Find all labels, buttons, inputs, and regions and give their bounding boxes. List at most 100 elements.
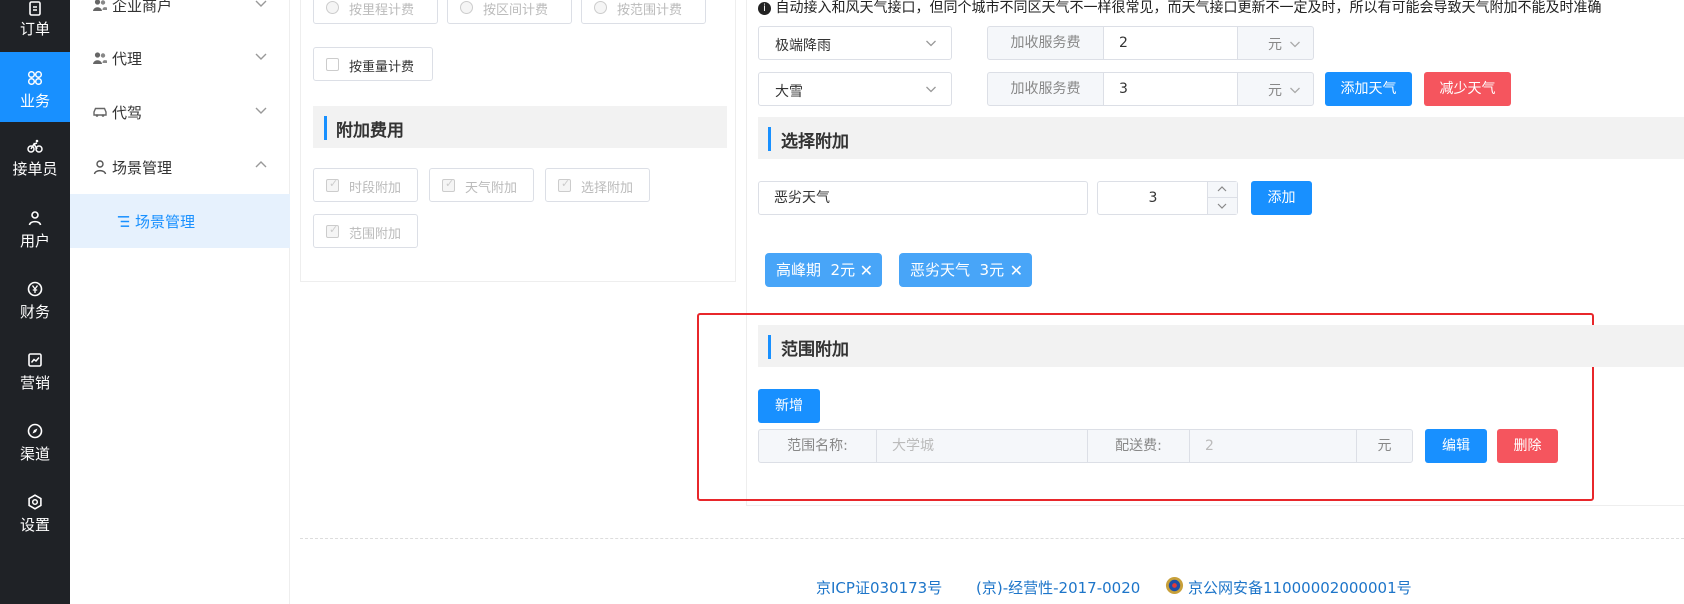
surcharge-amount-input[interactable]: 2	[1103, 26, 1238, 60]
chevron-down-icon	[255, 53, 267, 60]
rail-item-orders[interactable]: 订单	[0, 0, 70, 44]
weather-select-1[interactable]: 极端降雨	[758, 26, 952, 60]
radio-label: 按区间计费	[483, 3, 549, 18]
delivery-fee-input[interactable]: 2	[1189, 429, 1357, 463]
delivery-fee-label: 配送费:	[1087, 429, 1190, 463]
checkbox-label: 时段附加	[349, 181, 402, 196]
radio-circle	[460, 1, 473, 14]
submenu-item-scene[interactable]: 场景管理	[70, 140, 290, 194]
billing-panel: 按里程计费 按区间计费 按范围计费 按重量计费 附加费用 ✓ 时段附加 ✓ 天气…	[300, 0, 736, 282]
chevron-up-icon	[255, 161, 267, 168]
checkbox-box	[326, 58, 339, 71]
close-icon[interactable]: ✕	[1010, 254, 1023, 288]
chevron-down-icon	[926, 86, 936, 93]
submenu-item-enterprise[interactable]: 企业商户	[70, 0, 290, 32]
unit-value: 元	[1268, 83, 1282, 99]
rail-item-marketing[interactable]: 营销	[0, 342, 70, 406]
user-icon	[28, 211, 42, 226]
car-icon	[93, 107, 107, 117]
radio-range[interactable]: 按范围计费	[581, 0, 706, 24]
rail-item-finance[interactable]: 财务	[0, 271, 70, 335]
edit-range-button[interactable]: 编辑	[1425, 429, 1487, 463]
new-range-button[interactable]: 新增	[758, 389, 820, 423]
clipboard-icon	[29, 1, 41, 16]
submenu-child-label: 场景管理	[135, 213, 196, 231]
addon-tag: 恶劣天气 3元 ✕	[899, 253, 1032, 287]
checkbox-range-addon[interactable]: ✓ 范围附加	[313, 214, 418, 248]
gear-icon	[28, 494, 42, 510]
main-nav-rail: 订单 业务 接单员 用户 财务 营销 渠道 设置	[0, 0, 70, 604]
checkbox-weather-addon[interactable]: ✓ 天气附加	[429, 168, 534, 202]
checkbox-box: ✓	[326, 223, 339, 238]
chevron-down-icon	[926, 40, 936, 47]
checkbox-weight[interactable]: 按重量计费	[313, 47, 433, 81]
icp-link[interactable]: 京ICP证030173号	[816, 577, 942, 598]
select-value: 极端降雨	[775, 38, 831, 54]
panel-bottom-border	[746, 505, 1684, 506]
rail-item-settings[interactable]: 设置	[0, 484, 70, 548]
section-extra-fees: 附加费用	[313, 106, 727, 148]
section-accent	[768, 127, 771, 151]
close-icon[interactable]: ✕	[860, 254, 873, 288]
rail-item-users[interactable]: 用户	[0, 200, 70, 264]
range-name-label: 范围名称:	[758, 429, 877, 463]
delete-range-button[interactable]: 删除	[1497, 429, 1558, 463]
range-name-input[interactable]: 大学城	[876, 429, 1088, 463]
remove-weather-button[interactable]: 减少天气	[1424, 72, 1511, 106]
radio-circle	[326, 1, 339, 14]
radio-interval[interactable]: 按区间计费	[447, 0, 572, 24]
surcharge-label: 加收服务费	[987, 26, 1104, 60]
section-select-addon: 选择附加	[758, 117, 1684, 159]
rail-item-couriers[interactable]: 接单员	[0, 128, 70, 192]
submenu-child-scene-management[interactable]: 场景管理	[70, 194, 290, 248]
addon-tag: 高峰期 2元 ✕	[765, 253, 882, 287]
rail-item-channels[interactable]: 渠道	[0, 413, 70, 477]
radio-label: 按范围计费	[617, 3, 683, 18]
info-icon: i	[758, 1, 771, 15]
submenu-label: 代理	[112, 50, 143, 68]
stepper-decrease[interactable]	[1207, 198, 1237, 214]
surcharge-amount-input[interactable]: 3	[1103, 72, 1238, 106]
rail-label: 用户	[19, 232, 50, 250]
unit-select[interactable]: 元	[1237, 26, 1314, 60]
rail-label: 渠道	[19, 445, 50, 463]
section-range-addon: 范围附加	[758, 325, 1684, 367]
users-icon	[93, 0, 107, 11]
checkbox-label: 选择附加	[581, 181, 634, 196]
checkbox-time-addon[interactable]: ✓ 时段附加	[313, 168, 418, 202]
unit-value: 元	[1268, 37, 1282, 53]
submenu-item-chauffeur[interactable]: 代驾	[70, 85, 290, 139]
sub-menu: 企业商户 代理 代驾 场景管理 场景管理	[70, 0, 290, 604]
police-record-link[interactable]: 京公网安备11000002000001号	[1188, 577, 1412, 598]
checkbox-select-addon[interactable]: ✓ 选择附加	[545, 168, 650, 202]
stepper-value: 3	[1148, 190, 1158, 206]
footer-divider	[300, 538, 1684, 539]
bike-icon	[27, 139, 43, 153]
rail-item-business[interactable]: 业务	[0, 52, 70, 122]
checkbox-label: 天气附加	[465, 181, 518, 196]
rail-label: 接单员	[12, 160, 58, 178]
section-title: 选择附加	[781, 132, 849, 152]
compass-icon	[27, 423, 43, 439]
add-weather-button[interactable]: 添加天气	[1325, 72, 1412, 106]
submenu-item-agent[interactable]: 代理	[70, 31, 290, 85]
addon-amount-stepper[interactable]: 3	[1097, 181, 1238, 215]
stepper-increase[interactable]	[1207, 182, 1237, 198]
surcharge-label: 加收服务费	[987, 72, 1104, 106]
weather-notice: i 自动接入和风天气接口，但同个城市不同区天气不一样很常见，而天气接口更新不一定…	[758, 0, 1684, 17]
list-icon	[117, 216, 130, 227]
unit-select[interactable]: 元	[1237, 72, 1314, 106]
addon-name-input[interactable]: 恶劣天气	[758, 181, 1088, 215]
radio-mileage[interactable]: 按里程计费	[313, 0, 438, 24]
users-icon	[93, 52, 107, 64]
section-title: 范围附加	[781, 340, 849, 360]
chevron-down-icon	[1290, 87, 1300, 94]
add-addon-button[interactable]: 添加	[1251, 181, 1312, 215]
fee-unit-label: 元	[1356, 429, 1413, 463]
weather-select-2[interactable]: 大雪	[758, 72, 952, 106]
select-value: 大雪	[775, 84, 803, 100]
license-link[interactable]: (京)-经营性-2017-0020	[976, 577, 1140, 598]
chevron-down-icon	[1217, 203, 1227, 209]
notice-text: 自动接入和风天气接口，但同个城市不同区天气不一样很常见，而天气接口更新不一定及时…	[775, 0, 1602, 16]
grid-icon	[27, 70, 43, 86]
